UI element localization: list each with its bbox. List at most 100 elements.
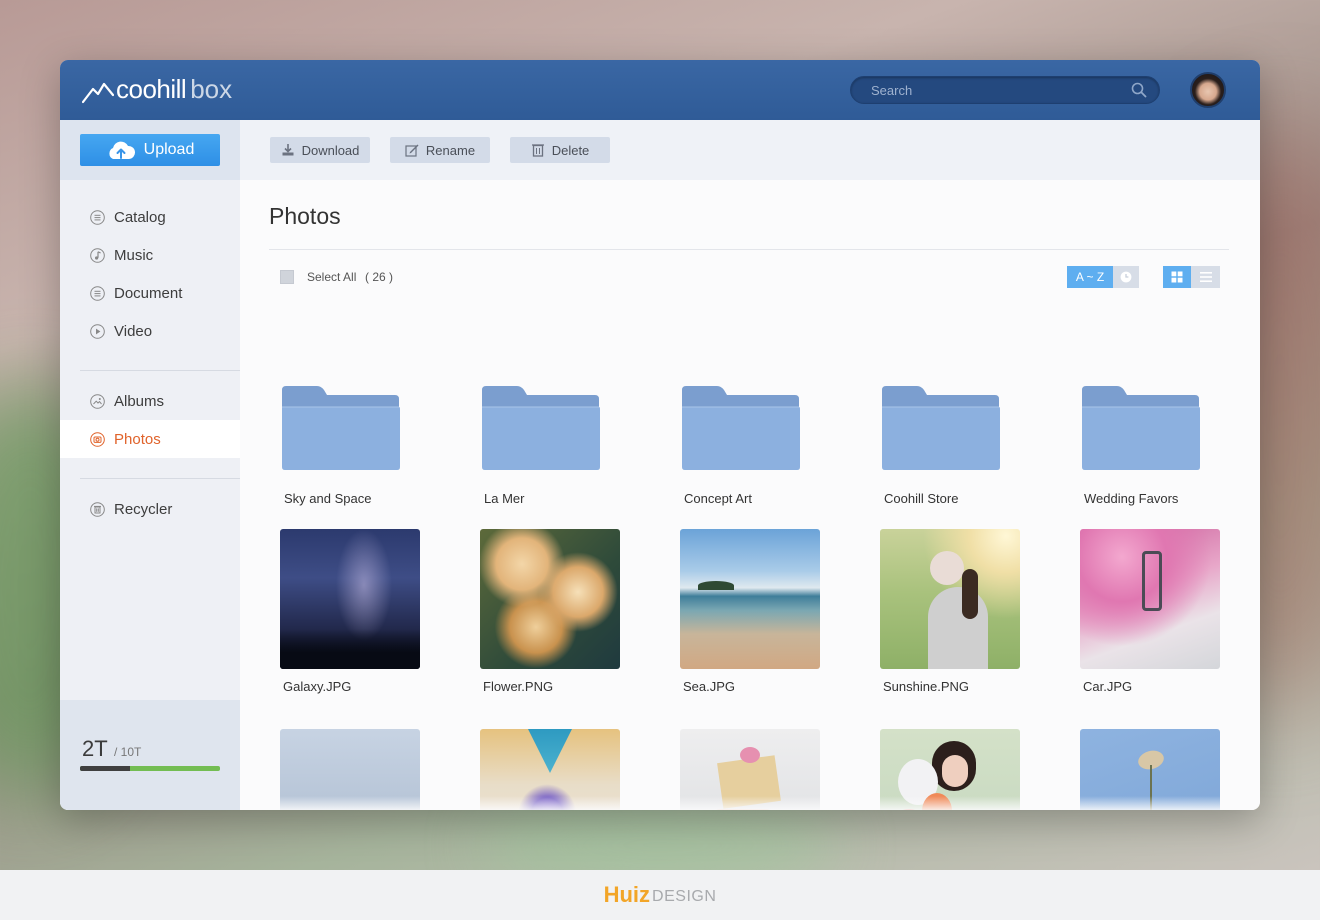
play-icon (90, 323, 105, 339)
storage-used: 2T (82, 736, 108, 761)
scroll-fade (240, 796, 1260, 810)
sidebar-item-albums[interactable]: Albums (60, 382, 240, 420)
storage-total: / 10T (114, 745, 142, 759)
folder-icon (282, 386, 400, 470)
storage-usage: 2T / 10T (60, 700, 240, 810)
photo-name: Flower.PNG (483, 679, 554, 694)
sidebar-item-music[interactable]: Music (60, 236, 240, 274)
photo-item[interactable]: Flower.PNG (480, 529, 620, 699)
download-icon (282, 144, 294, 156)
page-title: Photos (269, 203, 341, 229)
grid-view-button[interactable] (1163, 266, 1191, 288)
download-label: Download (301, 142, 360, 158)
document-icon (90, 285, 105, 301)
cloud-upload-icon (109, 141, 135, 159)
sidebar-item-label: Albums (114, 392, 165, 410)
folder-icon (482, 386, 600, 470)
mountain-logo-icon (82, 82, 114, 104)
folder-name: Coohill Store (884, 491, 959, 506)
sidebar-item-video[interactable]: Video (60, 312, 240, 350)
logo-text: coohill (116, 74, 187, 104)
photo-item[interactable]: Galaxy.JPG (280, 529, 420, 699)
photo-thumbnail-sea (680, 529, 820, 669)
image-icon (90, 393, 105, 409)
grid-icon (1171, 271, 1183, 283)
logo-subtext: box (190, 74, 233, 104)
user-avatar[interactable] (1190, 72, 1226, 108)
folder-icon (682, 386, 800, 470)
folder-icon (882, 386, 1000, 470)
upload-button[interactable]: Upload (80, 134, 220, 166)
photo-thumbnail-sunshine (880, 529, 1020, 669)
select-all-label[interactable]: Select All (307, 270, 356, 284)
folder-name: Concept Art (684, 491, 752, 506)
sidebar-item-label: Recycler (114, 500, 173, 518)
clock-icon (1120, 271, 1132, 283)
folder-icon (1082, 386, 1200, 470)
sidebar-item-label: Document (114, 284, 183, 302)
sidebar-item-recycler[interactable]: Recycler (60, 490, 240, 528)
sidebar-item-label: Music (114, 246, 154, 264)
sidebar-item-label: Photos (114, 430, 161, 448)
list-icon (90, 209, 105, 225)
trash-icon (531, 144, 544, 157)
photo-item[interactable]: Sea.JPG (680, 529, 820, 699)
storage-bar (80, 766, 220, 771)
photo-item[interactable]: Sunshine.PNG (880, 529, 1020, 699)
list-view-button[interactable] (1191, 266, 1220, 288)
delete-button[interactable]: Delete (510, 137, 610, 163)
photo-thumbnail-car (1080, 529, 1220, 669)
sidebar-item-photos[interactable]: Photos (60, 420, 240, 458)
music-icon (90, 247, 105, 263)
sidebar-item-catalog[interactable]: Catalog (60, 198, 240, 236)
rename-button[interactable]: Rename (390, 137, 490, 163)
photo-item[interactable]: Car.JPG (1080, 529, 1220, 699)
folder-item[interactable]: Concept Art (681, 385, 821, 515)
select-all-checkbox[interactable] (280, 270, 294, 284)
sort-time-button[interactable] (1113, 266, 1139, 288)
sidebar-divider (80, 478, 240, 479)
sidebar-item-label: Catalog (114, 208, 166, 226)
top-bar: coohill box (60, 60, 1260, 120)
search-box (850, 76, 1160, 104)
folder-name: La Mer (484, 491, 525, 506)
folder-item[interactable]: Coohill Store (881, 385, 1021, 515)
trash-icon (90, 501, 105, 517)
list-icon (1199, 272, 1212, 282)
folder-item[interactable]: Sky and Space (281, 385, 421, 515)
photo-name: Sunshine.PNG (883, 679, 969, 694)
photo-name: Sea.JPG (683, 679, 736, 694)
storage-bar-fill (80, 766, 131, 771)
photo-name: Galaxy.JPG (283, 679, 352, 694)
edit-icon (405, 144, 419, 157)
delete-label: Delete (551, 142, 590, 158)
logo[interactable]: coohill box (82, 74, 232, 104)
upload-label: Upload (143, 141, 195, 158)
folder-item[interactable]: Wedding Favors (1081, 385, 1221, 515)
footer: Huiz DESIGN (0, 870, 1320, 920)
sidebar-item-label: Video (114, 322, 153, 340)
title-divider (269, 249, 1229, 250)
photo-name: Car.JPG (1083, 679, 1133, 694)
camera-icon (90, 431, 105, 447)
app-window: coohill box Upload Catalog (60, 60, 1260, 810)
search-icon[interactable] (1131, 82, 1147, 98)
sidebar: Upload Catalog Music Document Video Albu… (60, 120, 240, 810)
upload-area: Upload (60, 120, 240, 180)
brand-logo-sub: DESIGN (652, 888, 717, 905)
sidebar-item-document[interactable]: Document (60, 274, 240, 312)
folder-name: Sky and Space (284, 491, 372, 506)
sidebar-divider (80, 370, 240, 371)
folder-item[interactable]: La Mer (481, 385, 621, 515)
brand-logo-main: Huiz (603, 882, 651, 907)
search-input[interactable] (871, 77, 1121, 103)
sort-az-button[interactable]: A ~ Z (1067, 266, 1113, 288)
toolbar: Download Rename Delete (240, 120, 1260, 180)
photo-thumbnail-galaxy (280, 529, 420, 669)
photo-thumbnail-flower (480, 529, 620, 669)
download-button[interactable]: Download (270, 137, 370, 163)
folder-name: Wedding Favors (1084, 491, 1179, 506)
file-browser: Photos Select All ( 26 ) A ~ Z Sky and S… (240, 180, 1260, 810)
item-count: ( 26 ) (365, 270, 394, 284)
rename-label: Rename (425, 142, 476, 158)
